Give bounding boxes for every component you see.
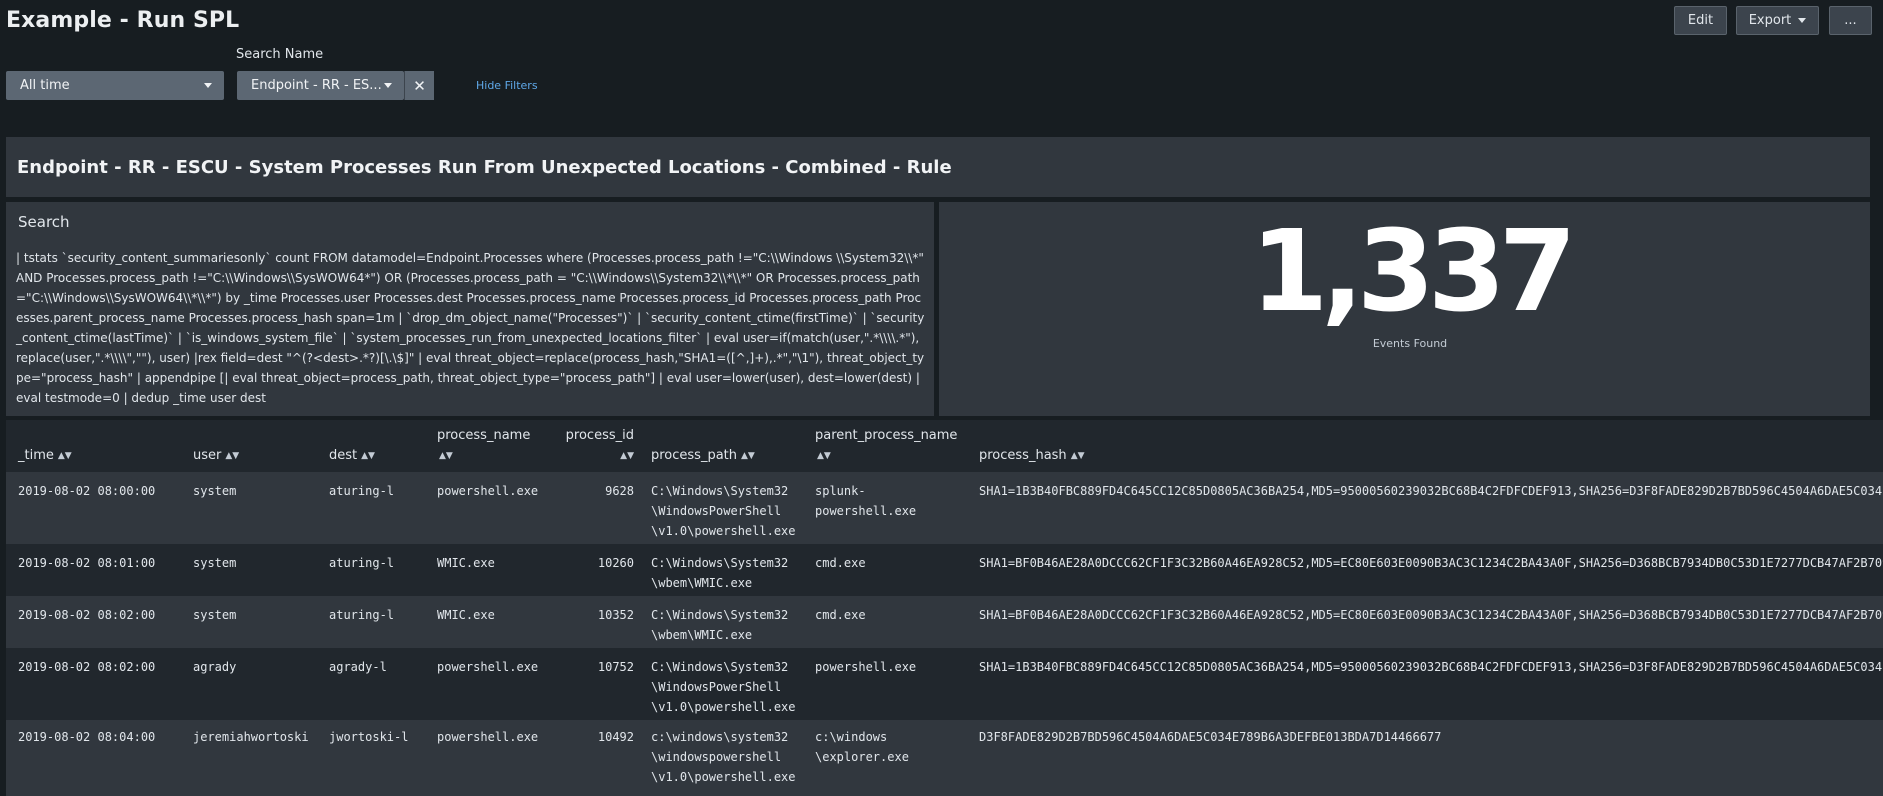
time-range-picker[interactable]: All time (6, 71, 224, 100)
cell-dest: agrady-l (329, 660, 387, 674)
cell-dest: aturing-l (329, 556, 395, 570)
table-row[interactable]: 2019-08-02 08:00:00 system aturing-l pow… (6, 472, 1883, 544)
chevron-down-icon (1798, 18, 1807, 23)
cell-process-id: 10492 (597, 730, 634, 744)
column-label: dest (329, 448, 358, 463)
table-row[interactable]: 2019-08-02 08:02:00 system aturing-l WMI… (6, 596, 1883, 648)
chevron-down-icon (204, 83, 212, 88)
export-button[interactable]: Export (1736, 6, 1819, 35)
cell-user: agrady (193, 660, 237, 674)
column-label: process_path (651, 448, 738, 463)
time-range-value: All time (20, 78, 70, 93)
cell-process-path: C:\Windows\System32 \WindowsPowerShell \… (651, 484, 796, 538)
search-name-dropdown[interactable]: Endpoint - RR - ES... (237, 71, 404, 100)
cell-process-name: powershell.exe (437, 730, 539, 744)
column-header-process-name[interactable]: process_name ▲▼ (437, 426, 530, 466)
table-row[interactable]: 2019-08-02 08:02:00 agrady agrady-l powe… (6, 648, 1883, 720)
cell-process-hash: D3F8FADE829D2B7BD596C4504A6DAE5C034E789B… (979, 730, 1442, 744)
column-header-process-path[interactable]: process_path ▲▼ (651, 446, 755, 466)
cell-parent-process-name: c:\windows \explorer.exe (815, 730, 909, 764)
sort-icon: ▲▼ (439, 451, 453, 461)
cell-process-path: c:\windows\system32 \windowspowershell \… (651, 730, 796, 784)
column-label: _time (18, 448, 54, 463)
cell-process-name: powershell.exe (437, 484, 539, 498)
search-name-label: Search Name (236, 47, 324, 62)
cell-dest: aturing-l (329, 484, 395, 498)
rule-title: Endpoint - RR - ESCU - System Processes … (17, 157, 952, 178)
column-header-time[interactable]: _time ▲▼ (18, 446, 72, 466)
column-header-user[interactable]: user ▲▼ (193, 446, 239, 466)
column-header-dest[interactable]: dest ▲▼ (329, 446, 375, 466)
cell-time: 2019-08-02 08:02:00 (18, 660, 156, 674)
cell-time: 2019-08-02 08:02:00 (18, 608, 156, 622)
cell-process-path: C:\Windows\System32 \wbem\WMIC.exe (651, 608, 789, 642)
cell-dest: jwortoski-l (329, 730, 409, 744)
sort-icon: ▲▼ (620, 451, 634, 461)
export-label: Export (1748, 13, 1792, 28)
search-panel-title: Search (18, 213, 70, 231)
cell-parent-process-name: splunk- powershell.exe (815, 484, 917, 518)
cell-time: 2019-08-02 08:01:00 (18, 556, 156, 570)
search-query-text: | tstats `security_content_summariesonly… (16, 251, 925, 405)
column-header-parent-process-name[interactable]: parent_process_name ▲▼ (815, 426, 957, 466)
events-found-label: Events Found (1372, 337, 1448, 350)
search-name-value: Endpoint - RR - ES... (251, 78, 382, 93)
clear-search-name-button[interactable]: ✕ (404, 71, 434, 100)
column-label: process_hash (979, 448, 1067, 463)
sort-icon: ▲▼ (361, 451, 375, 461)
cell-process-name: WMIC.exe (437, 608, 495, 622)
chevron-down-icon (384, 83, 392, 88)
cell-process-hash: SHA1=BF0B46AE28A0DCCC62CF1F3C32B60A46EA9… (979, 556, 1883, 570)
column-header-process-id[interactable]: process_id ▲▼ (559, 426, 634, 466)
cell-dest: aturing-l (329, 608, 395, 622)
cell-process-hash: SHA1=BF0B46AE28A0DCCC62CF1F3C32B60A46EA9… (979, 608, 1883, 622)
sort-icon: ▲▼ (741, 451, 755, 461)
more-actions-button[interactable]: ... (1829, 6, 1872, 35)
cell-time: 2019-08-02 08:00:00 (18, 484, 156, 498)
column-label: parent_process_name (815, 428, 958, 443)
cell-parent-process-name: cmd.exe (815, 608, 866, 622)
cell-user: system (193, 556, 237, 570)
hide-filters-link[interactable]: Hide Filters (476, 79, 538, 92)
page-title: Example - Run SPL (6, 8, 240, 33)
column-header-process-hash[interactable]: process_hash ▲▼ (979, 446, 1085, 466)
column-label: process_name (437, 428, 531, 443)
cell-user: jeremiahwortoski (193, 730, 309, 744)
column-label: process_id (565, 428, 634, 443)
cell-process-id: 10752 (597, 660, 634, 674)
cell-process-id: 10352 (597, 608, 634, 622)
close-icon: ✕ (413, 76, 426, 95)
cell-process-hash: SHA1=1B3B40FBC889FD4C645CC12C85D0805AC36… (979, 660, 1883, 674)
cell-parent-process-name: cmd.exe (815, 556, 866, 570)
column-label: user (193, 448, 222, 463)
table-row[interactable]: 2019-08-02 08:04:00 jeremiahwortoski jwo… (6, 720, 1883, 796)
cell-parent-process-name: powershell.exe (815, 660, 917, 674)
dashboard-header: Example - Run SPL Edit Export ... (0, 0, 1883, 50)
table-header: _time ▲▼ user ▲▼ dest ▲▼ process_name ▲▼ pro… (6, 420, 1883, 472)
table-row[interactable]: 2019-08-02 08:01:00 system aturing-l WMI… (6, 544, 1883, 596)
cell-user: system (193, 608, 237, 622)
edit-button[interactable]: Edit (1674, 6, 1727, 35)
sort-icon: ▲▼ (1070, 451, 1085, 461)
cell-process-name: powershell.exe (437, 660, 539, 674)
sort-icon: ▲▼ (57, 451, 72, 461)
cell-process-path: C:\Windows\System32 \wbem\WMIC.exe (651, 556, 789, 590)
cell-process-id: 9628 (605, 484, 634, 498)
cell-time: 2019-08-02 08:04:00 (18, 730, 156, 744)
cell-process-hash: SHA1=1B3B40FBC889FD4C645CC12C85D0805AC36… (979, 484, 1883, 498)
cell-process-id: 10260 (597, 556, 634, 570)
sort-icon: ▲▼ (225, 451, 240, 461)
cell-process-name: WMIC.exe (437, 556, 495, 570)
cell-process-path: C:\Windows\System32 \WindowsPowerShell \… (651, 660, 796, 714)
cell-user: system (193, 484, 237, 498)
sort-icon: ▲▼ (817, 451, 831, 461)
events-count: 1,337 (1250, 207, 1576, 337)
